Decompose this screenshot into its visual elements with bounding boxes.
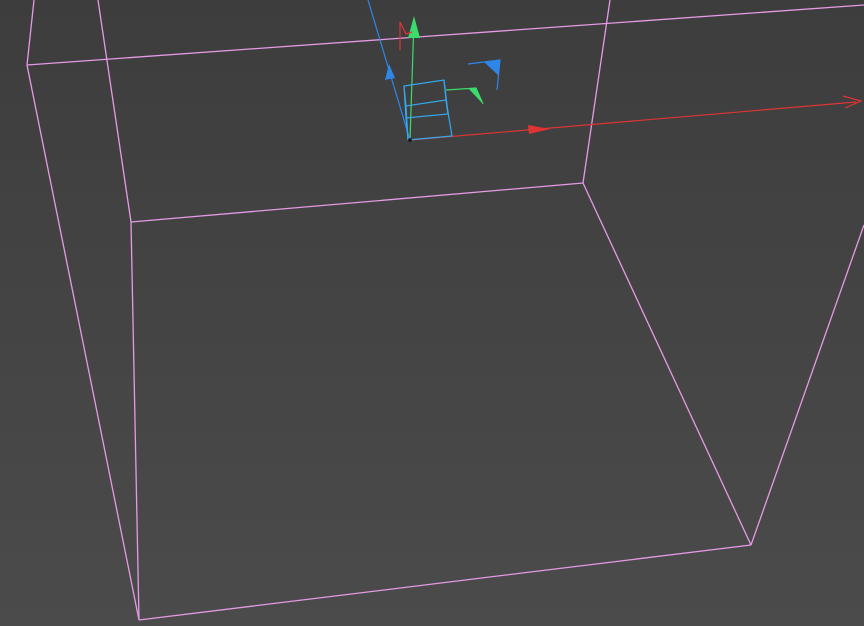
viewport-canvas[interactable]	[0, 0, 864, 626]
viewport-background	[0, 0, 864, 626]
gizmo-origin-point[interactable]	[408, 138, 412, 142]
3d-viewport[interactable]	[0, 0, 864, 626]
